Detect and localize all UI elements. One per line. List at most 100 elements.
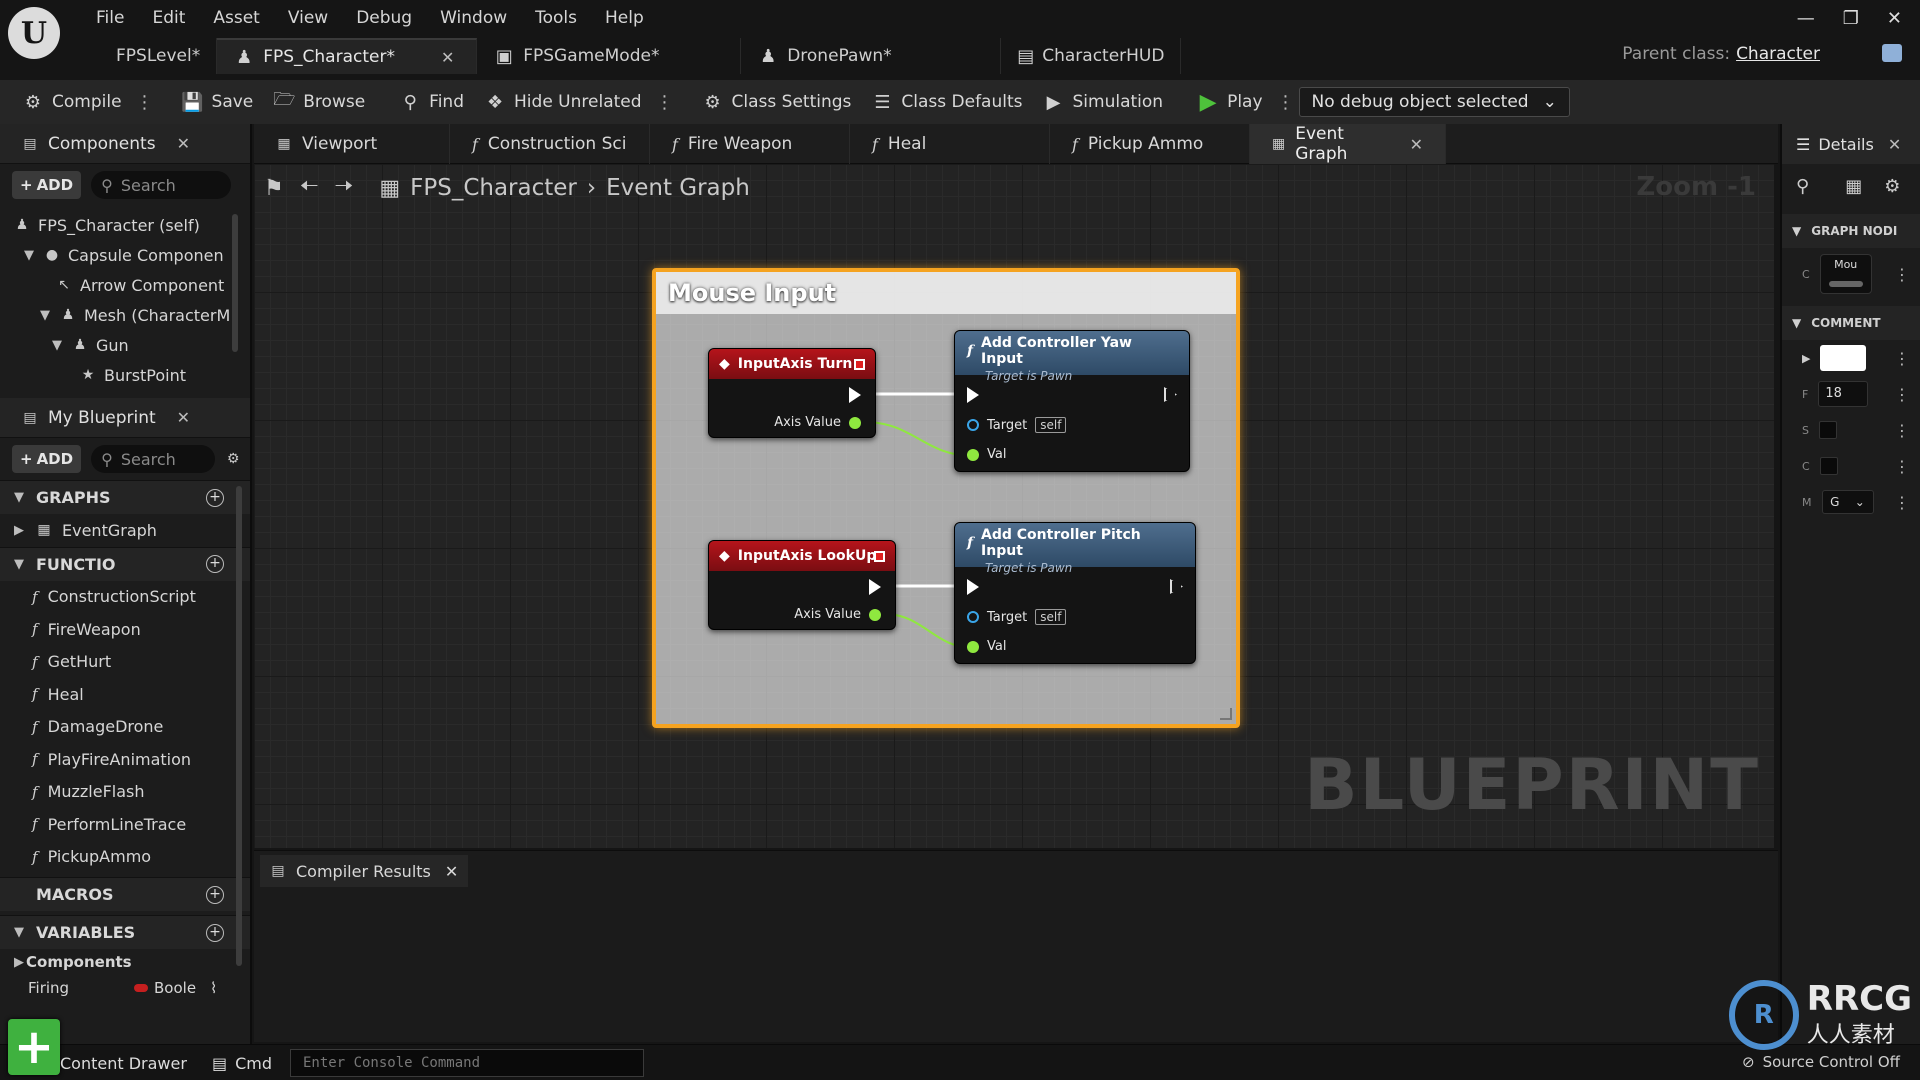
variable-category-components[interactable]: ▶ Components bbox=[0, 949, 250, 975]
debug-object-select[interactable]: No debug object selected ⌄ bbox=[1298, 87, 1570, 117]
more-options-icon[interactable]: ⋮ bbox=[1894, 421, 1910, 440]
graphs-section[interactable]: ▼ GRAPHS + bbox=[0, 480, 250, 514]
doc-tab-fpslevel[interactable]: FPSLevel* bbox=[100, 38, 218, 74]
back-arrow-icon[interactable]: 🠠 bbox=[300, 169, 319, 207]
save-button[interactable]: 💾 Save bbox=[172, 85, 264, 119]
delegate-pin[interactable] bbox=[874, 550, 885, 562]
menu-edit[interactable]: Edit bbox=[138, 5, 199, 31]
tab-fire-weapon[interactable]: f Fire Weapon bbox=[650, 124, 850, 164]
graph-node-section[interactable]: ▼ GRAPH NODI bbox=[1782, 214, 1920, 248]
menu-window[interactable]: Window bbox=[426, 5, 521, 31]
tab-construction-script[interactable]: f Construction Sci bbox=[450, 124, 650, 164]
unreal-logo[interactable]: U bbox=[8, 7, 60, 59]
close-details-icon[interactable]: ✕ bbox=[1888, 135, 1901, 154]
node-add-controller-yaw[interactable]: f Add Controller Yaw Input Target is Pawn… bbox=[954, 330, 1190, 472]
close-components-icon[interactable]: ✕ bbox=[177, 134, 190, 153]
find-button[interactable]: ⚲ Find bbox=[389, 85, 474, 119]
settings-gear-icon[interactable]: ⚙ bbox=[225, 451, 241, 467]
forward-arrow-icon[interactable]: 🠢 bbox=[335, 169, 354, 207]
play-button[interactable]: ▶ Play bbox=[1187, 85, 1272, 119]
caret-down-icon[interactable]: ▼ bbox=[38, 308, 52, 323]
graph-canvas[interactable]: ⚑ 🠠 🠢 ▦ FPS_Character › Event Graph Zoom… bbox=[254, 164, 1774, 848]
add-graph-icon[interactable]: + bbox=[206, 488, 224, 507]
my-blueprint-scrollbar[interactable] bbox=[236, 486, 242, 966]
target-pin[interactable]: Target self bbox=[967, 609, 1067, 625]
my-blueprint-search-input[interactable]: ⚲ Search bbox=[91, 445, 216, 473]
menu-help[interactable]: Help bbox=[591, 5, 658, 31]
content-drawer-button[interactable]: Content Drawer bbox=[0, 1045, 187, 1080]
node-inputaxis-lookup[interactable]: ◆ InputAxis LookUp Axis Value bbox=[708, 540, 896, 630]
function-item[interactable]: f DamageDrone bbox=[0, 711, 250, 744]
tree-item-burstpoint[interactable]: ★ BurstPoint bbox=[0, 360, 250, 390]
compile-button[interactable]: ⚙ Compile bbox=[12, 85, 132, 119]
exec-out-pin[interactable] bbox=[1164, 387, 1177, 402]
class-settings-button[interactable]: ⚙ Class Settings bbox=[692, 85, 862, 119]
function-item[interactable]: f Heal bbox=[0, 678, 250, 711]
add-macro-icon[interactable]: + bbox=[206, 885, 224, 904]
my-blueprint-tab[interactable]: ▤ My Blueprint ✕ bbox=[0, 398, 250, 438]
caret-down-icon[interactable]: ▼ bbox=[22, 248, 36, 263]
tab-heal[interactable]: f Heal bbox=[850, 124, 1050, 164]
exec-in-pin[interactable] bbox=[967, 579, 979, 595]
node-inputaxis-turn[interactable]: ◆ InputAxis Turn Axis Value bbox=[708, 348, 876, 438]
exec-out-pin[interactable] bbox=[1170, 579, 1183, 594]
doc-tab-dronepawn[interactable]: ♟ DronePawn* bbox=[741, 38, 1002, 74]
font-size-field[interactable]: 18 bbox=[1818, 381, 1869, 407]
exec-out-pin[interactable] bbox=[869, 579, 881, 595]
function-item[interactable]: f ConstructionScript bbox=[0, 581, 250, 614]
breadcrumb-root[interactable]: FPS_Character bbox=[410, 175, 577, 201]
menu-view[interactable]: View bbox=[274, 5, 342, 31]
close-tab-icon[interactable]: ✕ bbox=[1410, 135, 1423, 154]
minimize-icon[interactable]: — bbox=[1797, 8, 1815, 29]
show-bubble-checkbox[interactable] bbox=[1818, 421, 1837, 439]
axis-value-pin[interactable]: Axis Value bbox=[794, 607, 881, 622]
menu-file[interactable]: File bbox=[82, 5, 138, 31]
move-mode-select[interactable]: G ⌄ bbox=[1821, 490, 1874, 514]
variables-section[interactable]: ▼ VARIABLES + bbox=[0, 915, 250, 949]
doc-tab-fpsgamemode[interactable]: ▣ FPSGameMode* bbox=[477, 38, 742, 74]
menu-debug[interactable]: Debug bbox=[342, 5, 426, 31]
bookmark-icon[interactable]: ⚑ bbox=[264, 176, 284, 201]
more-options-icon[interactable]: ⋮ bbox=[1894, 265, 1910, 284]
tree-item-gun[interactable]: ▼ ♟ Gun bbox=[0, 330, 250, 360]
compiler-results-tab[interactable]: ▤ Compiler Results ✕ bbox=[260, 855, 469, 887]
function-item[interactable]: f PickupAmmo bbox=[0, 841, 250, 874]
tab-pickup-ammo[interactable]: f Pickup Ammo bbox=[1050, 124, 1250, 164]
tree-item-mesh[interactable]: ▼ ♟ Mesh (CharacterM bbox=[0, 300, 250, 330]
graph-item-eventgraph[interactable]: ▶ ▦ EventGraph bbox=[0, 514, 250, 547]
functions-section[interactable]: ▼ FUNCTIO + bbox=[0, 546, 250, 581]
comment-title[interactable]: Mouse Input bbox=[656, 272, 1236, 314]
hide-unrelated-options-icon[interactable]: ⋮ bbox=[652, 92, 678, 113]
function-item[interactable]: f MuzzleFlash bbox=[0, 776, 250, 809]
doc-tab-characterhud[interactable]: ▤ CharacterHUD bbox=[1001, 38, 1182, 74]
restore-icon[interactable]: ❐ bbox=[1843, 8, 1859, 29]
add-component-button[interactable]: + ADD bbox=[12, 171, 82, 199]
settings-gear-icon[interactable]: ⚙ bbox=[1884, 176, 1900, 197]
more-options-icon[interactable]: ⋮ bbox=[1894, 385, 1910, 404]
blueprint-status-icon[interactable] bbox=[1882, 44, 1902, 62]
components-scrollbar[interactable] bbox=[232, 214, 238, 352]
more-options-icon[interactable]: ⋮ bbox=[1894, 493, 1910, 512]
tree-item-arrow[interactable]: ↖ Arrow Component bbox=[0, 270, 250, 300]
close-window-icon[interactable]: ✕ bbox=[1887, 8, 1902, 29]
search-icon[interactable]: ⚲ bbox=[1796, 176, 1809, 197]
comment-color-swatch[interactable] bbox=[1820, 345, 1867, 371]
function-item[interactable]: f PerformLineTrace bbox=[0, 808, 250, 841]
tree-item-capsule[interactable]: ▼ ● Capsule Componen bbox=[0, 240, 250, 270]
menu-tools[interactable]: Tools bbox=[521, 5, 591, 31]
parent-class-link[interactable]: Character bbox=[1736, 44, 1820, 64]
variable-type[interactable]: Boole ⌇ bbox=[134, 979, 217, 997]
function-item[interactable]: f GetHurt bbox=[0, 646, 250, 679]
target-pin[interactable]: Target self bbox=[967, 417, 1067, 433]
resize-grip-icon[interactable] bbox=[1220, 708, 1232, 720]
class-defaults-button[interactable]: ☰ Class Defaults bbox=[861, 85, 1032, 119]
close-tab-icon[interactable]: ✕ bbox=[441, 48, 454, 67]
compile-options-icon[interactable]: ⋮ bbox=[132, 92, 158, 113]
tab-event-graph[interactable]: ▦ Event Graph ✕ bbox=[1250, 124, 1446, 164]
add-function-icon[interactable]: + bbox=[206, 555, 224, 573]
function-item[interactable]: f PlayFireAnimation bbox=[0, 743, 250, 776]
caret-right-icon[interactable]: ▶ bbox=[12, 523, 26, 538]
function-item[interactable]: f FireWeapon bbox=[0, 613, 250, 646]
tree-item-self[interactable]: ♟ FPS_Character (self) bbox=[0, 210, 250, 240]
more-options-icon[interactable]: ⋮ bbox=[1894, 349, 1910, 368]
